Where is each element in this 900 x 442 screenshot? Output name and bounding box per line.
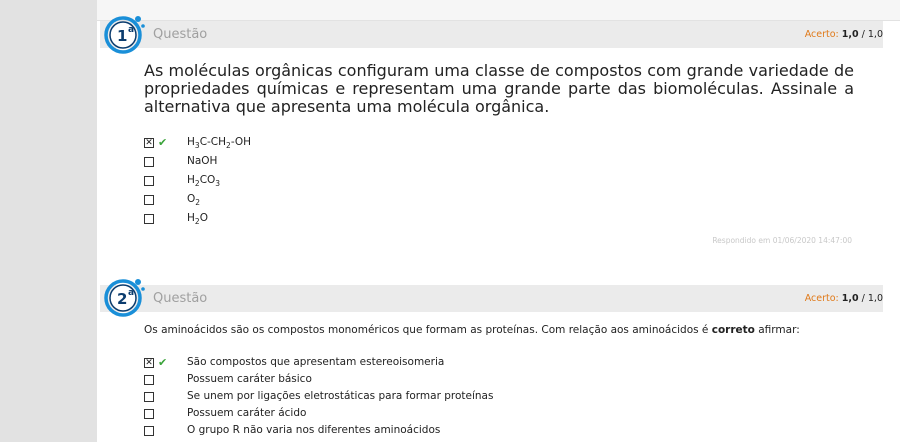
top-strip: [97, 0, 900, 21]
formula-subscript: 3: [215, 179, 221, 189]
question-1-score-value: 1,0: [841, 29, 859, 40]
formula-part: H: [187, 174, 195, 186]
option-text: Possuem caráter básico: [187, 373, 312, 385]
question-2-text-end: afirmar:: [754, 324, 800, 336]
question-1-score-max: / 1,0: [861, 29, 883, 40]
option-text: H2O: [187, 212, 208, 226]
question-1-label: Questão: [153, 27, 208, 42]
option-text: H3C-CH2-OH: [187, 136, 251, 150]
formula-part: H: [187, 136, 195, 148]
question-1-score: Acerto: 1,0 / 1,0: [805, 29, 883, 40]
question-2-number-badge: 2 a: [104, 279, 145, 317]
question-2-number: 2: [117, 290, 127, 308]
formula-subscript: 2: [195, 198, 201, 208]
option-checkbox[interactable]: [144, 426, 154, 436]
option-text: Se unem por ligações eletrostáticas para…: [187, 390, 494, 402]
question-2-score-max: / 1,0: [861, 293, 883, 304]
formula-part: NaOH: [187, 155, 218, 167]
option-checkbox[interactable]: ✕: [144, 138, 154, 148]
question-2-score: Acerto: 1,0 / 1,0: [805, 293, 883, 304]
formula-part: -OH: [230, 136, 252, 148]
question-1-score-label: Acerto:: [804, 29, 839, 40]
option-checkbox[interactable]: [144, 375, 154, 385]
formula-part: CO: [199, 174, 216, 186]
question-2-score-label: Acerto:: [804, 293, 839, 304]
question-2-suffix: a: [128, 288, 134, 298]
correct-check-icon: ✔: [158, 136, 168, 149]
question-1-number-badge: 1 a: [104, 16, 145, 54]
option-text: São compostos que apresentam estereoisom…: [187, 356, 445, 368]
option-text: O2: [187, 193, 200, 207]
left-sidebar: [0, 0, 97, 442]
formula-part: C-CH: [199, 136, 227, 148]
option-checkbox[interactable]: ✕: [144, 358, 154, 368]
formula-part: O: [199, 212, 208, 224]
question-2-text-start: Os aminoácidos são os compostos monoméri…: [144, 324, 712, 336]
option-checkbox[interactable]: [144, 409, 154, 419]
option-checkbox[interactable]: [144, 195, 154, 205]
question-1-number: 1: [117, 27, 127, 45]
question-2-text-bold: correto: [711, 324, 755, 336]
option-text: Possuem caráter ácido: [187, 407, 307, 419]
option-text: NaOH: [187, 155, 217, 167]
option-checkbox[interactable]: [144, 157, 154, 167]
option-checkbox[interactable]: [144, 392, 154, 402]
option-text: O grupo R não varia nos diferentes amino…: [187, 424, 441, 436]
question-2-score-value: 1,0: [841, 293, 859, 304]
option-checkbox[interactable]: [144, 176, 154, 186]
option-checkbox[interactable]: [144, 214, 154, 224]
question-1-suffix: a: [128, 25, 134, 35]
question-2-text: Os aminoácidos são os compostos monoméri…: [144, 324, 864, 336]
option-text: H2CO3: [187, 174, 220, 188]
formula-part: H: [187, 212, 195, 224]
correct-check-icon: ✔: [158, 356, 168, 369]
question-2-label: Questão: [153, 291, 208, 306]
question-1-text: As moléculas orgânicas configuram uma cl…: [144, 61, 854, 116]
question-2-header: [100, 285, 883, 312]
answered-timestamp: Respondido em 01/06/2020 14:47:00: [712, 236, 852, 245]
question-1-header: [100, 21, 883, 48]
